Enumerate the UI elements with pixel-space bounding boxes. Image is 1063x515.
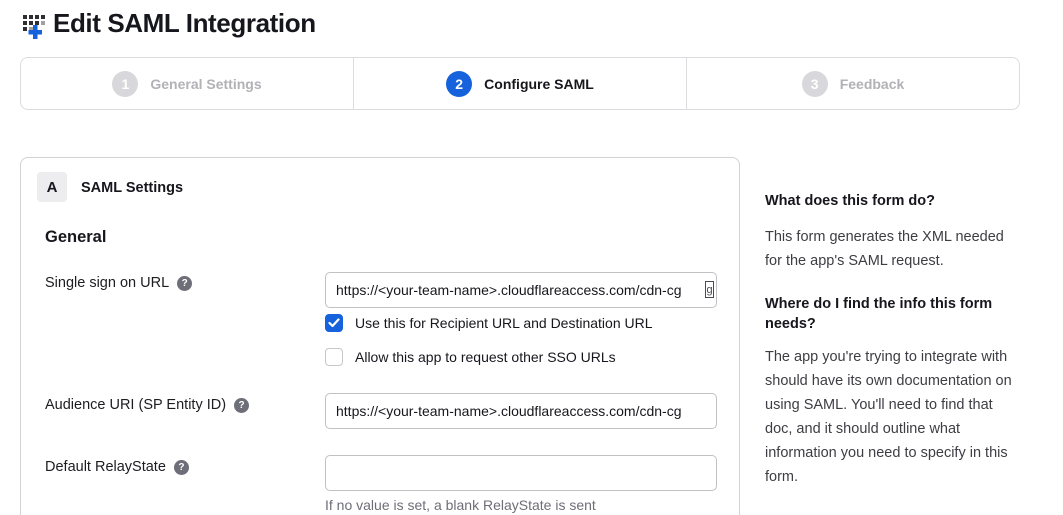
relay-state-label-text: Default RelayState [45, 459, 166, 475]
audience-uri-input[interactable] [325, 393, 717, 429]
step-label: General Settings [150, 76, 261, 92]
saml-settings-panel: A SAML Settings General Single sign on U… [20, 157, 740, 515]
page-title: Edit SAML Integration [53, 8, 316, 39]
relay-state-field-label: Default RelayState ? [45, 459, 189, 475]
apps-grid-plus-icon [22, 12, 49, 39]
step-tab-configure-saml[interactable]: 2 Configure SAML [353, 58, 686, 109]
audience-uri-label-text: Audience URI (SP Entity ID) [45, 397, 226, 413]
recipient-url-checkbox-row: Use this for Recipient URL and Destinati… [325, 314, 653, 332]
other-sso-checkbox-label: Allow this app to request other SSO URLs [355, 349, 616, 365]
recipient-url-checkbox-label: Use this for Recipient URL and Destinati… [355, 315, 653, 331]
checkmark-icon [328, 318, 340, 328]
page-header: Edit SAML Integration [22, 8, 316, 39]
help-icon[interactable]: ? [174, 460, 189, 475]
help-icon[interactable]: ? [234, 398, 249, 413]
section-a-badge: A [37, 172, 67, 202]
step-label: Feedback [840, 76, 905, 92]
sidebar-answer-2: The app you're trying to integrate with … [765, 345, 1017, 489]
sso-url-input-wrap: g [325, 272, 717, 308]
step-label: Configure SAML [484, 76, 594, 92]
sso-url-field-label: Single sign on URL ? [45, 275, 192, 291]
text-cursor: g [705, 281, 714, 298]
panel-title: SAML Settings [81, 180, 183, 196]
step-tab-general-settings[interactable]: 1 General Settings [21, 58, 353, 109]
relay-state-input[interactable] [325, 455, 717, 491]
edit-saml-integration-page: Edit SAML Integration 1 General Settings… [0, 0, 1063, 515]
wizard-step-tabs: 1 General Settings 2 Configure SAML 3 Fe… [20, 57, 1020, 110]
sidebar-answer-1: This form generates the XML needed for t… [765, 225, 1017, 273]
audience-uri-input-wrap [325, 393, 717, 429]
step-number-badge: 3 [802, 71, 828, 97]
step-tab-feedback[interactable]: 3 Feedback [686, 58, 1019, 109]
general-section-heading: General [45, 228, 106, 247]
sso-url-input[interactable] [325, 272, 717, 308]
step-number-badge: 2 [446, 71, 472, 97]
other-sso-checkbox[interactable] [325, 348, 343, 366]
relay-state-helper-text: If no value is set, a blank RelayState i… [325, 497, 596, 513]
sidebar-question-2: Where do I find the info this form needs… [765, 294, 1017, 334]
help-icon[interactable]: ? [177, 276, 192, 291]
sidebar-question-1: What does this form do? [765, 191, 1017, 211]
sso-url-label-text: Single sign on URL [45, 275, 169, 291]
audience-uri-field-label: Audience URI (SP Entity ID) ? [45, 397, 249, 413]
relay-state-input-wrap [325, 455, 717, 491]
step-number-badge: 1 [112, 71, 138, 97]
recipient-url-checkbox[interactable] [325, 314, 343, 332]
other-sso-checkbox-row: Allow this app to request other SSO URLs [325, 348, 616, 366]
help-sidebar: What does this form do? This form genera… [765, 191, 1017, 489]
